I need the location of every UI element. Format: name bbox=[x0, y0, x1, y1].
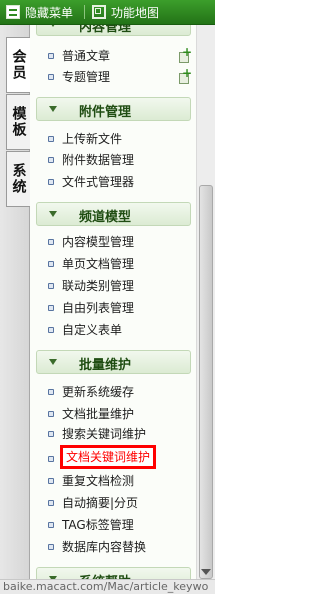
menu-item-label: 单页文档管理 bbox=[62, 257, 135, 271]
menu-panel: 内容管理 普通文章 专题管理 附件管理 上传新文件 附件数据管理 文件式管理器 … bbox=[30, 25, 196, 579]
bullet-icon bbox=[48, 179, 54, 185]
bullet-icon bbox=[48, 261, 54, 267]
tab-member-label: 会员 bbox=[10, 49, 27, 81]
section-system-help-title: 系统帮助 bbox=[79, 571, 131, 579]
top-toolbar: 隐藏菜单 功能地图 bbox=[0, 0, 215, 25]
collapse-icon bbox=[49, 106, 57, 112]
menu-item-label: 自动摘要|分页 bbox=[62, 496, 139, 510]
collapse-icon bbox=[49, 25, 57, 27]
bullet-icon bbox=[48, 478, 54, 484]
add-article-icon[interactable] bbox=[178, 45, 192, 63]
section-batch-header[interactable]: 批量维护 bbox=[36, 350, 191, 374]
bullet-icon bbox=[48, 544, 54, 550]
collapse-icon bbox=[49, 359, 57, 365]
menu-item-label: 专题管理 bbox=[62, 70, 111, 84]
bullet-icon bbox=[48, 157, 54, 163]
bullet-icon bbox=[48, 239, 54, 245]
menu-item-label: 文档批量维护 bbox=[62, 407, 135, 421]
menu-item-label: 联动类别管理 bbox=[62, 279, 135, 293]
bullet-icon bbox=[48, 74, 54, 80]
section-channel-title: 频道模型 bbox=[79, 210, 132, 225]
section-content-header[interactable]: 内容管理 bbox=[36, 25, 191, 36]
tab-member[interactable]: 会员 bbox=[6, 37, 30, 93]
tab-system-label: 系统 bbox=[10, 163, 27, 195]
bullet-icon bbox=[48, 136, 54, 142]
section-system-help-header[interactable]: 系统帮助 bbox=[36, 567, 191, 579]
bullet-icon bbox=[48, 389, 54, 395]
menu-item-label: 重复文档检测 bbox=[62, 474, 135, 488]
menu-item-label: 文档关键词维护 bbox=[60, 445, 157, 469]
menu-item-label: 普通文章 bbox=[62, 49, 111, 63]
hide-menu-button[interactable]: 隐藏菜单 bbox=[6, 3, 73, 21]
bullet-icon bbox=[48, 522, 54, 528]
tab-template[interactable]: 模板 bbox=[6, 94, 30, 150]
section-batch-title: 批量维护 bbox=[79, 358, 132, 373]
menu-item-label: 附件数据管理 bbox=[62, 153, 135, 167]
hide-menu-icon bbox=[6, 5, 20, 19]
section-channel-header[interactable]: 频道模型 bbox=[36, 202, 191, 226]
hide-menu-label: 隐藏菜单 bbox=[25, 5, 74, 20]
menu-item-label: 数据库内容替换 bbox=[62, 540, 147, 554]
bullet-icon bbox=[48, 283, 54, 289]
menu-item-label: 自由列表管理 bbox=[62, 301, 135, 315]
menu-item-label: 内容模型管理 bbox=[62, 235, 135, 249]
bullet-icon bbox=[48, 305, 54, 311]
toolbar-divider bbox=[84, 5, 85, 19]
menu-item-label: TAG标签管理 bbox=[62, 518, 134, 532]
add-topic-icon[interactable] bbox=[178, 66, 192, 84]
bullet-icon bbox=[48, 431, 54, 437]
tab-template-label: 模板 bbox=[10, 106, 27, 138]
sitemap-icon bbox=[92, 5, 106, 19]
tab-system[interactable]: 系统 bbox=[6, 151, 30, 207]
sitemap-button[interactable]: 功能地图 bbox=[92, 3, 159, 21]
scroll-down-icon[interactable] bbox=[201, 569, 211, 575]
bullet-icon bbox=[48, 411, 54, 417]
scrollbar-thumb[interactable] bbox=[199, 185, 213, 579]
bullet-icon bbox=[48, 327, 54, 333]
sitemap-label: 功能地图 bbox=[111, 5, 160, 20]
bullet-icon bbox=[48, 53, 54, 59]
section-attachment-title: 附件管理 bbox=[79, 105, 132, 120]
vertical-scrollbar[interactable] bbox=[196, 25, 215, 579]
left-tab-strip: 会员 模板 系统 bbox=[0, 25, 30, 579]
status-url: baike.macact.com/Mac/article_keywo bbox=[3, 580, 209, 593]
menu-item-label: 搜索关键词维护 bbox=[62, 427, 147, 441]
menu-item-label: 自定义表单 bbox=[62, 323, 123, 337]
section-attachment-header[interactable]: 附件管理 bbox=[36, 97, 191, 121]
status-bar: baike.macact.com/Mac/article_keywo bbox=[0, 579, 215, 594]
section-content-title: 内容管理 bbox=[79, 25, 132, 35]
menu-item-label: 上传新文件 bbox=[62, 132, 123, 146]
collapse-icon bbox=[49, 211, 57, 217]
menu-item-label: 更新系统缓存 bbox=[62, 385, 135, 399]
menu-item-label: 文件式管理器 bbox=[62, 175, 135, 189]
bullet-icon bbox=[48, 500, 54, 506]
bullet-icon bbox=[48, 456, 54, 462]
